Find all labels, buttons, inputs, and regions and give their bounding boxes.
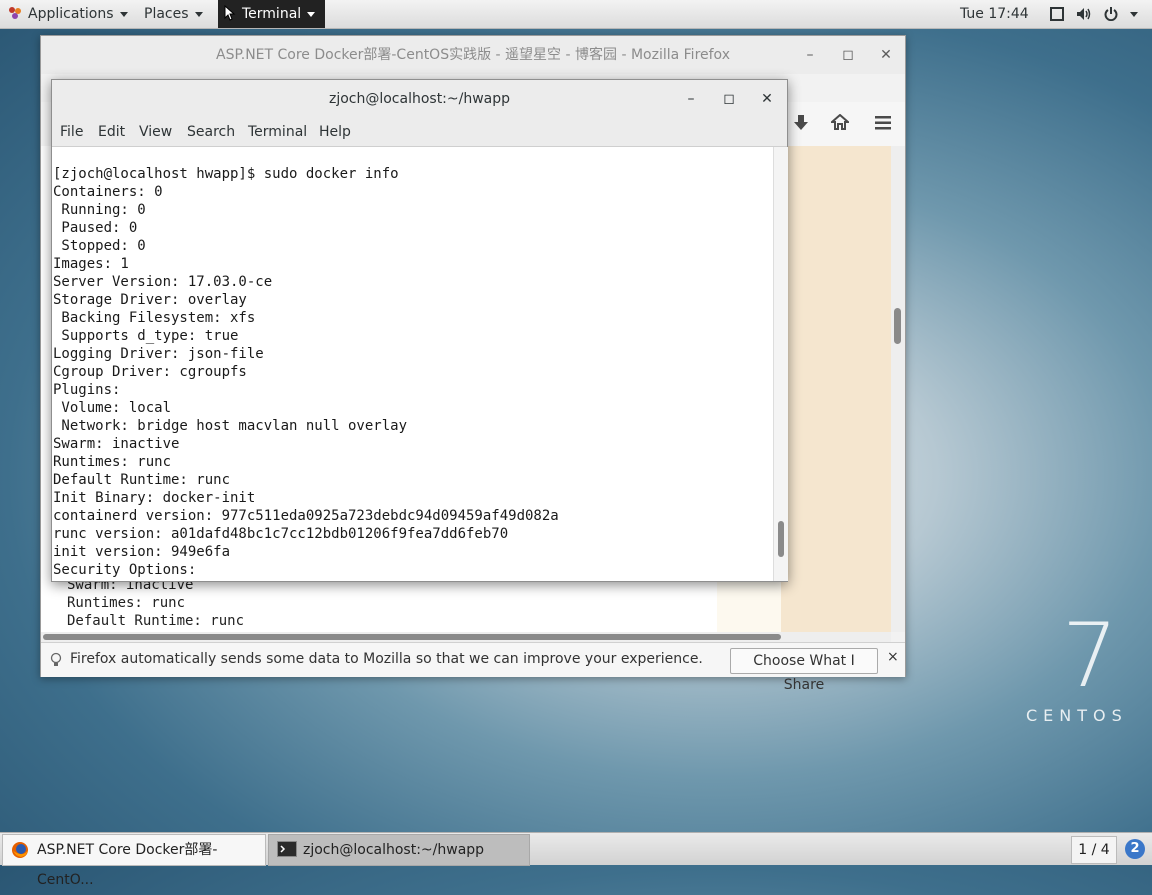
chevron-down-icon — [1130, 11, 1138, 17]
terminal-line: Volume: local — [53, 400, 172, 416]
terminal-minimize-button[interactable]: – — [680, 80, 702, 118]
terminal-line: init version: 949e6fa — [53, 544, 231, 560]
places-label: Places — [144, 6, 189, 22]
scrollbar-thumb[interactable] — [778, 521, 784, 557]
power-icon — [1104, 7, 1118, 21]
terminal-line: containerd version: 977c511eda0925a723de… — [53, 508, 559, 524]
terminal-line: Stopped: 0 — [53, 238, 146, 254]
terminal-line: Default Runtime: runc — [53, 472, 231, 488]
firefox-close-button[interactable]: ✕ — [875, 36, 897, 74]
terminal-line: Storage Driver: overlay — [53, 292, 247, 308]
firefox-icon — [12, 842, 28, 858]
menu-file[interactable]: File — [60, 124, 83, 140]
places-menu[interactable]: Places — [144, 0, 203, 28]
taskbar-firefox[interactable]: ASP.NET Core Docker部署-CentO... — [2, 834, 266, 888]
choose-what-i-share-button[interactable]: Choose What I Share — [730, 648, 878, 693]
applications-label: Applications — [28, 6, 114, 22]
taskbar-terminal-label: zjoch@localhost:~/hwapp — [303, 842, 485, 858]
page-sidebar-background — [781, 146, 891, 632]
terminal-line: Cgroup Driver: cgroupfs — [53, 364, 247, 380]
lightbulb-icon — [50, 652, 62, 666]
terminal-maximize-button[interactable]: ◻ — [718, 80, 740, 118]
centos-logo-word: CENTOS — [1026, 706, 1128, 725]
applications-menu[interactable]: Applications — [8, 0, 128, 28]
taskbar-terminal[interactable]: zjoch@localhost:~/hwapp — [268, 834, 530, 866]
menu-edit[interactable]: Edit — [98, 124, 125, 140]
terminal-menubar: File Edit View Search Terminal Help — [52, 118, 787, 147]
firefox-horizontal-scrollbar[interactable] — [41, 632, 891, 642]
terminal-icon — [277, 841, 297, 857]
terminal-title: zjoch@localhost:~/hwapp — [52, 80, 787, 118]
bottom-taskbar: ASP.NET Core Docker部署-CentO... zjoch@loc… — [0, 832, 1152, 888]
volume-icon — [1077, 8, 1091, 20]
menu-search[interactable]: Search — [187, 124, 235, 140]
mouse-pointer-icon — [224, 4, 236, 21]
scrollbar-thumb[interactable] — [894, 308, 901, 344]
terminal-line: Supports d_type: true — [53, 328, 239, 344]
terminal-close-button[interactable]: ✕ — [756, 80, 778, 118]
terminal-line: Logging Driver: json-file — [53, 346, 264, 362]
terminal-line: Backing Filesystem: xfs — [53, 310, 256, 326]
notification-close-icon[interactable]: × — [887, 649, 899, 665]
terminal-line: Init Binary: docker-init — [53, 490, 256, 506]
firefox-vertical-scrollbar[interactable] — [891, 146, 905, 632]
terminal-line: Runtimes: runc — [53, 454, 172, 470]
chevron-down-icon — [194, 11, 203, 17]
code-line: Default Runtime: runc — [67, 613, 245, 629]
notification-count-badge[interactable]: 2 — [1125, 839, 1145, 859]
terminal-scrollbar[interactable] — [773, 147, 788, 581]
terminal-line: runc version: a01dafd48bc1c7cc12bdb01206… — [53, 526, 509, 542]
window-switch-icon — [1050, 7, 1064, 21]
hamburger-menu-icon[interactable] — [875, 116, 891, 130]
terminal-line: Swarm: inactive — [53, 436, 180, 452]
terminal-line: Plugins: — [53, 382, 121, 398]
terminal-line: Security Options: — [53, 562, 197, 578]
download-icon[interactable] — [793, 114, 809, 132]
terminal-app-menu[interactable]: Terminal — [218, 0, 326, 28]
terminal-line: Paused: 0 — [53, 220, 138, 236]
system-status-area[interactable] — [1050, 0, 1138, 28]
terminal-line: Server Version: 17.03.0-ce — [53, 274, 273, 290]
menu-help[interactable]: Help — [319, 124, 351, 140]
top-panel: Applications Places Terminal Tue 17:44 — [0, 0, 1152, 29]
firefox-notification-bar: Firefox automatically sends some data to… — [41, 642, 905, 693]
code-line: Runtimes: runc — [67, 595, 186, 611]
terminal-line: Network: bridge host macvlan null overla… — [53, 418, 408, 434]
notification-text: Firefox automatically sends some data to… — [70, 651, 703, 667]
terminal-line: Running: 0 — [53, 202, 146, 218]
centos-logo-number: 7 — [1062, 604, 1118, 707]
workspace-indicator[interactable]: 1 / 4 — [1071, 836, 1117, 864]
home-icon[interactable] — [831, 114, 849, 130]
terminal-line: Containers: 0 — [53, 184, 163, 200]
firefox-maximize-button[interactable]: ◻ — [837, 36, 859, 74]
applications-icon — [9, 7, 21, 19]
menu-terminal[interactable]: Terminal — [248, 124, 307, 140]
terminal-line: [zjoch@localhost hwapp]$ sudo docker inf… — [53, 166, 399, 182]
clock[interactable]: Tue 17:44 — [960, 0, 1029, 28]
terminal-window: zjoch@localhost:~/hwapp – ◻ ✕ File Edit … — [51, 79, 788, 582]
terminal-app-label: Terminal — [242, 6, 302, 22]
scrollbar-thumb[interactable] — [43, 634, 781, 640]
chevron-down-icon — [307, 11, 316, 17]
firefox-minimize-button[interactable]: – — [799, 36, 821, 74]
page-code-block: Swarm: inactive Runtimes: runc Default Run… — [67, 576, 244, 630]
terminal-output[interactable]: [zjoch@localhost hwapp]$ sudo docker inf… — [52, 147, 773, 581]
firefox-title: ASP.NET Core Docker部署-CentOS实践版 - 遥望星空 -… — [41, 36, 905, 74]
taskbar-firefox-label: ASP.NET Core Docker部署-CentO... — [37, 842, 218, 888]
chevron-down-icon — [119, 11, 128, 17]
terminal-line: Images: 1 — [53, 256, 129, 272]
menu-view[interactable]: View — [139, 124, 172, 140]
